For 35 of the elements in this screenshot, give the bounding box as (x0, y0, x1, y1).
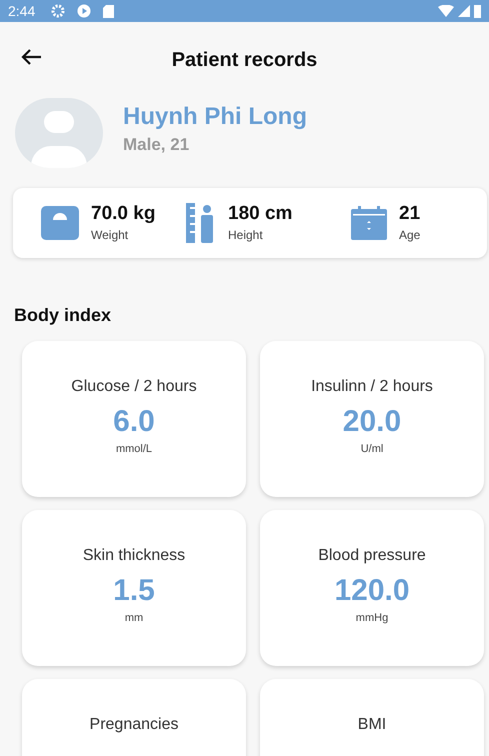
metric-unit: mmHg (356, 610, 388, 626)
height-measure-icon (186, 203, 216, 243)
metric-unit: mm (124, 610, 144, 626)
wifi-icon (438, 5, 454, 17)
stat-label: Height (228, 226, 264, 244)
metric-label: Blood pressure (318, 546, 426, 566)
metric-value: 1.5 (113, 573, 155, 609)
back-button[interactable] (20, 48, 42, 66)
metric-unit: U/ml (360, 442, 384, 456)
battery-icon (474, 4, 481, 18)
signal-icon (458, 5, 470, 17)
stat-value: 180 cm (228, 202, 292, 226)
metric-unit: mmol/L (116, 442, 152, 456)
metric-label: Pregnancies (90, 715, 178, 735)
stat-value: 70.0 kg (91, 202, 156, 226)
back-arrow-icon (20, 48, 42, 66)
play-icon (77, 4, 92, 18)
sd-card-icon (103, 4, 114, 18)
stat-value: 21 (399, 202, 420, 226)
metric-label: Skin thickness (82, 546, 186, 566)
status-time: 2:44 (8, 2, 36, 21)
metric-label: Glucose / 2 hours (71, 377, 197, 397)
metric-value: 120.0 (334, 573, 410, 609)
section-title: Body index (14, 304, 112, 327)
patient-name: Huynh Phi Long (123, 102, 307, 132)
patient-details: Male, 21 (123, 134, 190, 156)
stat-label: Weight (91, 226, 130, 244)
scale-icon (41, 206, 79, 240)
metric-label: Insulinn / 2 hours (311, 377, 433, 397)
metric-value: 6.0 (113, 404, 155, 440)
stat-label: Age (399, 226, 420, 244)
page-title: Patient records (172, 48, 318, 73)
metric-label: BMI (358, 715, 386, 735)
calendar-icon (351, 206, 387, 240)
metric-value: 20.0 (342, 404, 402, 440)
